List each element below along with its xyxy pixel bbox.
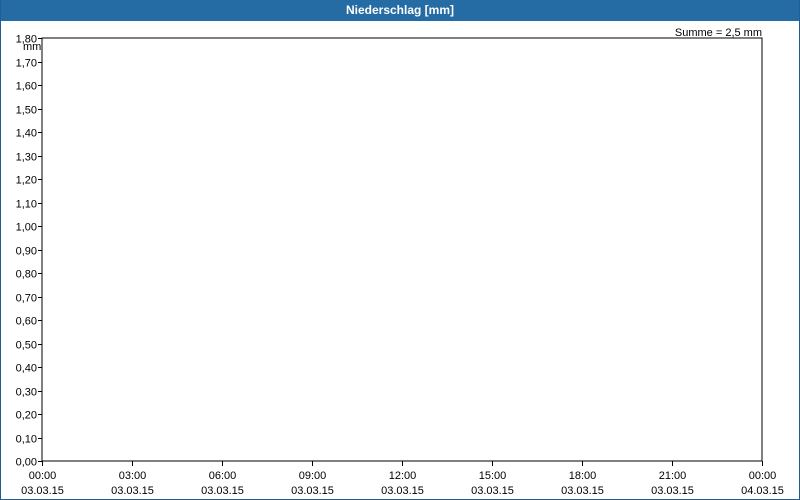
x-tick-label-time: 15:00 xyxy=(479,470,507,482)
y-tick-label: 1,00 xyxy=(16,222,37,234)
x-tick-label-date: 03.03.15 xyxy=(291,485,334,497)
x-tick-label-date: 03.03.15 xyxy=(111,485,154,497)
y-tick-label: 0,40 xyxy=(16,363,37,375)
y-tick-label: 0,10 xyxy=(16,434,37,446)
plot-area xyxy=(41,37,763,462)
x-tick-label-time: 21:00 xyxy=(659,470,687,482)
y-tick-label: 0,50 xyxy=(16,340,37,352)
y-tick-label: 0,80 xyxy=(16,269,37,281)
y-tick-label: 0,00 xyxy=(16,457,37,469)
chart-window: Niederschlag [mm] mm Summe = 2,5 mm 0,00… xyxy=(0,0,800,500)
chart-canvas: mm Summe = 2,5 mm 0,000,100,200,300,400,… xyxy=(16,27,784,497)
x-tick-label-date: 03.03.15 xyxy=(381,485,424,497)
y-tick-label: 1,50 xyxy=(16,105,37,117)
x-tick-label-time: 06:00 xyxy=(209,470,237,482)
x-tick-label-date: 03.03.15 xyxy=(561,485,604,497)
y-tick-label: 1,10 xyxy=(16,199,37,211)
y-tick-label: 1,30 xyxy=(16,152,37,164)
x-tick-label-date: 03.03.15 xyxy=(21,485,64,497)
x-tick-label-date: 03.03.15 xyxy=(471,485,514,497)
y-tick-label: 0,70 xyxy=(16,293,37,305)
sum-annotation: Summe = 2,5 mm xyxy=(675,27,762,39)
x-tick-label-date: 03.03.15 xyxy=(201,485,244,497)
axes xyxy=(38,37,763,466)
x-tick-label-date: 03.03.15 xyxy=(651,485,694,497)
y-tick-label: 0,20 xyxy=(16,410,37,422)
y-tick-label: 1,70 xyxy=(16,58,37,70)
x-tick-label-time: 18:00 xyxy=(569,470,597,482)
y-tick-label: 1,60 xyxy=(16,81,37,93)
x-tick-label-date: 04.03.15 xyxy=(741,485,784,497)
y-tick-label: 0,90 xyxy=(16,246,37,258)
x-tick-label-time: 00:00 xyxy=(749,470,777,482)
y-tick-label: 0,60 xyxy=(16,316,37,328)
x-tick-label-time: 03:00 xyxy=(119,470,147,482)
x-tick-label-time: 09:00 xyxy=(299,470,327,482)
y-tick-label: 1,80 xyxy=(16,34,37,46)
y-tick-label: 0,30 xyxy=(16,387,37,399)
y-tick-labels: 0,00 0,10 0,20 0,30 0,40 0,50 0,60 0,70 0,80 0,90… xyxy=(16,34,37,469)
x-tick-label-time: 00:00 xyxy=(29,470,57,482)
x-tick-labels: 00:00 03.03.15 03:00 03.03.15 06:00 03.03.15 0… xyxy=(21,470,784,497)
y-tick-label: 1,20 xyxy=(16,175,37,187)
x-tick-label-time: 12:00 xyxy=(389,470,417,482)
y-tick-label: 1,40 xyxy=(16,128,37,140)
